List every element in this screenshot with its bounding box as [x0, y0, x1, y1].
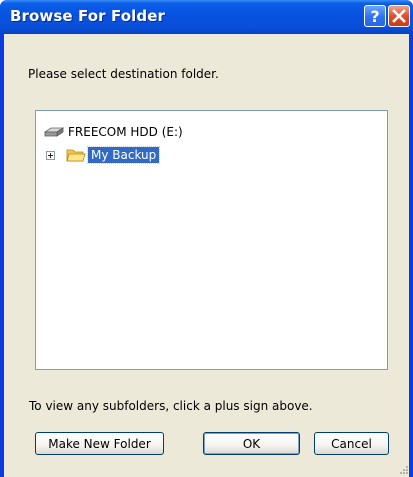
expand-plus-icon[interactable]: [46, 151, 55, 160]
svg-text:?: ?: [370, 7, 379, 26]
dialog-title: Browse For Folder: [10, 7, 165, 25]
prompt-label: Please select destination folder.: [28, 67, 219, 81]
cancel-button[interactable]: Cancel: [314, 432, 389, 455]
folder-tree[interactable]: FREECOM HDD (E:) My Backup: [35, 110, 388, 370]
drive-label: FREECOM HDD (E:): [68, 125, 183, 139]
make-new-folder-button[interactable]: Make New Folder: [35, 432, 164, 455]
ok-button[interactable]: OK: [203, 432, 300, 455]
drive-icon: [44, 127, 64, 137]
resize-grip-icon[interactable]: [397, 464, 409, 476]
close-button[interactable]: [388, 5, 410, 27]
folder-label: My Backup: [86, 146, 161, 164]
subfolder-hint: To view any subfolders, click a plus sig…: [29, 399, 313, 413]
question-mark-icon: ?: [370, 7, 379, 26]
folder-icon: [66, 149, 86, 162]
title-bar[interactable]: Browse For Folder ?: [0, 0, 413, 34]
help-button[interactable]: ?: [364, 5, 386, 27]
close-icon: [392, 9, 406, 23]
